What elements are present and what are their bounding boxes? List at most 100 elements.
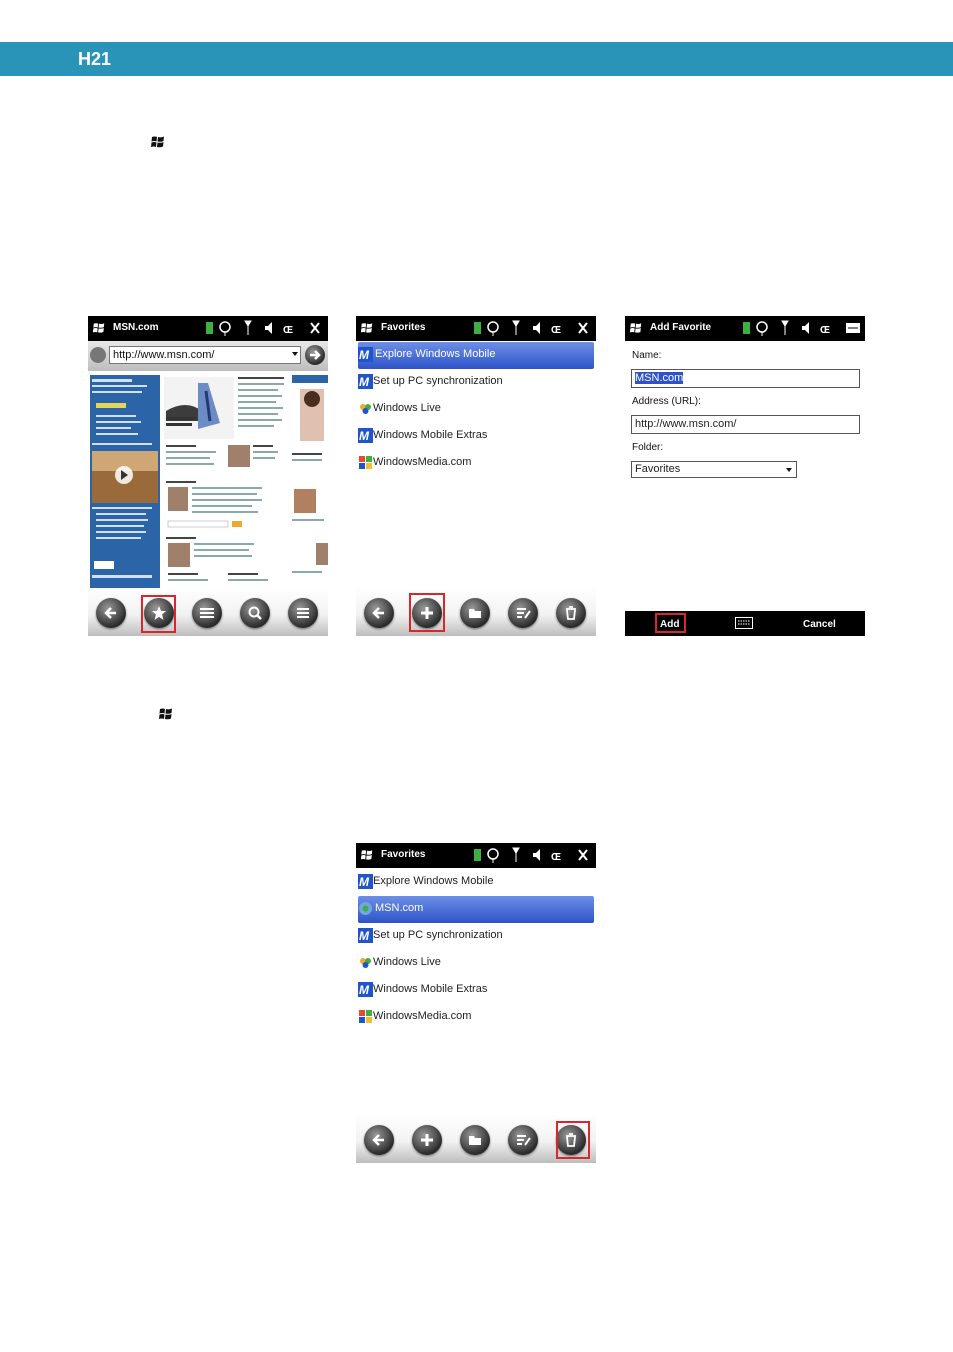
- title-bar: Favorites Œ: [356, 843, 596, 868]
- mobile-link-icon: M: [358, 428, 373, 443]
- list-item-label: WindowsMedia.com: [373, 1010, 472, 1022]
- window-title: MSN.com: [113, 322, 159, 333]
- browser-screenshot: MSN.com Œ http://www.msn.com/: [88, 316, 328, 636]
- windows-live-icon: [360, 958, 371, 968]
- windows-media-icon: [359, 456, 372, 469]
- list-item[interactable]: M Windows Mobile Extras: [356, 977, 596, 1004]
- menu-icon[interactable]: [288, 598, 318, 628]
- windows-start-icon[interactable]: [92, 321, 106, 335]
- keyboard-icon[interactable]: [735, 617, 753, 629]
- list-item[interactable]: Windows Live: [356, 950, 596, 977]
- list-item-label: Windows Live: [373, 956, 441, 968]
- back-icon[interactable]: [364, 598, 394, 628]
- list-item-label: Explore Windows Mobile: [373, 875, 494, 887]
- folder-icon[interactable]: [460, 1125, 490, 1155]
- list-item-label: WindowsMedia.com: [373, 456, 472, 468]
- list-item-label: MSN.com: [375, 902, 424, 914]
- folder-label: Folder:: [632, 442, 664, 453]
- browser-toolbar: [88, 588, 328, 636]
- list-item[interactable]: Windows Live: [356, 396, 596, 423]
- chevron-down-icon[interactable]: [292, 352, 298, 356]
- chevron-down-icon: [786, 468, 792, 472]
- svg-text:Œ: Œ: [283, 325, 293, 336]
- name-label: Name:: [632, 350, 662, 361]
- windows-start-icon[interactable]: [629, 321, 643, 335]
- list-item[interactable]: M Set up PC synchronization: [356, 369, 596, 396]
- folder-select[interactable]: Favorites: [631, 461, 797, 478]
- list-item[interactable]: WindowsMedia.com: [356, 450, 596, 477]
- section-header-bar: H21: [0, 42, 953, 76]
- list-item-label: Set up PC synchronization: [373, 929, 503, 941]
- mobile-link-icon: M: [358, 874, 373, 889]
- windows-media-icon: [359, 1010, 372, 1023]
- highlight-box: [655, 613, 686, 633]
- favorites-toolbar: [356, 588, 596, 636]
- mobile-link-icon: M: [358, 928, 373, 943]
- back-icon[interactable]: [96, 598, 126, 628]
- edit-icon[interactable]: [508, 598, 538, 628]
- svg-text:M: M: [359, 348, 370, 362]
- folder-icon[interactable]: [460, 598, 490, 628]
- back-icon[interactable]: [364, 1125, 394, 1155]
- title-bar: Favorites Œ: [356, 316, 596, 341]
- name-field-value: MSN.com: [635, 372, 684, 384]
- windows-start-icon[interactable]: [360, 321, 374, 335]
- svg-text:M: M: [359, 875, 370, 889]
- favorites-list: M Explore Windows Mobile M Set up PC syn…: [356, 342, 596, 477]
- address-input[interactable]: http://www.msn.com/: [109, 346, 301, 364]
- list-item[interactable]: WindowsMedia.com: [356, 1004, 596, 1031]
- list-item[interactable]: M Explore Windows Mobile: [358, 342, 594, 369]
- windows-live-icon: [360, 404, 371, 414]
- msn-web-page[interactable]: [88, 371, 328, 588]
- edit-icon[interactable]: [508, 1125, 538, 1155]
- status-icons: Œ: [474, 320, 588, 336]
- windows-start-icon: [159, 708, 172, 720]
- window-title: Add Favorite: [650, 322, 712, 333]
- svg-text:Œ: Œ: [551, 852, 561, 863]
- section-title: H21: [78, 49, 112, 69]
- list-item[interactable]: M Windows Mobile Extras: [356, 423, 596, 450]
- favorites-updated-screenshot: Favorites Œ M Explore Windows Mobile MSN…: [356, 843, 596, 1163]
- add-icon[interactable]: [412, 1125, 442, 1155]
- status-icons: Œ: [474, 847, 588, 863]
- windows-start-icon[interactable]: [360, 848, 374, 862]
- favorites-list: M Explore Windows Mobile MSN.com M Set u…: [356, 869, 596, 1031]
- list-item-label: Explore Windows Mobile: [375, 348, 496, 360]
- address-toolbar: http://www.msn.com/: [88, 341, 328, 371]
- svg-text:Œ: Œ: [820, 325, 830, 336]
- svg-text:Œ: Œ: [551, 325, 561, 336]
- delete-icon[interactable]: [556, 598, 586, 628]
- address-label: Address (URL):: [632, 396, 701, 407]
- list-item-label: Windows Mobile Extras: [373, 429, 488, 441]
- svg-text:M: M: [359, 929, 370, 943]
- highlight-box: [141, 595, 176, 633]
- name-field[interactable]: MSN.com: [631, 369, 860, 388]
- zoom-icon[interactable]: [240, 598, 270, 628]
- keyboard-icon[interactable]: [192, 598, 222, 628]
- go-icon[interactable]: [305, 345, 325, 365]
- title-bar: Add Favorite Œ: [625, 316, 865, 341]
- svg-text:M: M: [359, 429, 370, 443]
- list-item-label: Windows Mobile Extras: [373, 983, 488, 995]
- mobile-link-icon: M: [358, 374, 373, 389]
- mobile-link-icon: M: [358, 347, 373, 362]
- svg-text:M: M: [359, 375, 370, 389]
- list-item-label: Windows Live: [373, 402, 441, 414]
- window-title: Favorites: [381, 849, 426, 860]
- highlight-box: [409, 593, 445, 632]
- list-item[interactable]: MSN.com: [358, 896, 594, 923]
- page-icon: [90, 347, 106, 363]
- list-item[interactable]: M Explore Windows Mobile: [356, 869, 596, 896]
- mobile-link-icon: M: [358, 982, 373, 997]
- address-field[interactable]: http://www.msn.com/: [631, 415, 860, 434]
- windows-start-icon: [151, 136, 164, 148]
- cancel-softkey[interactable]: Cancel: [803, 619, 836, 630]
- favorites-screenshot: Favorites Œ M Explore Windows Mobile M S…: [356, 316, 596, 636]
- highlight-box: [556, 1121, 590, 1159]
- msn-icon: [359, 902, 372, 915]
- add-favorite-screenshot: Add Favorite Œ Name: MSN.com Address (UR…: [625, 316, 865, 636]
- window-title: Favorites: [381, 322, 426, 333]
- list-item[interactable]: M Set up PC synchronization: [356, 923, 596, 950]
- list-item-label: Set up PC synchronization: [373, 375, 503, 387]
- svg-text:M: M: [359, 983, 370, 997]
